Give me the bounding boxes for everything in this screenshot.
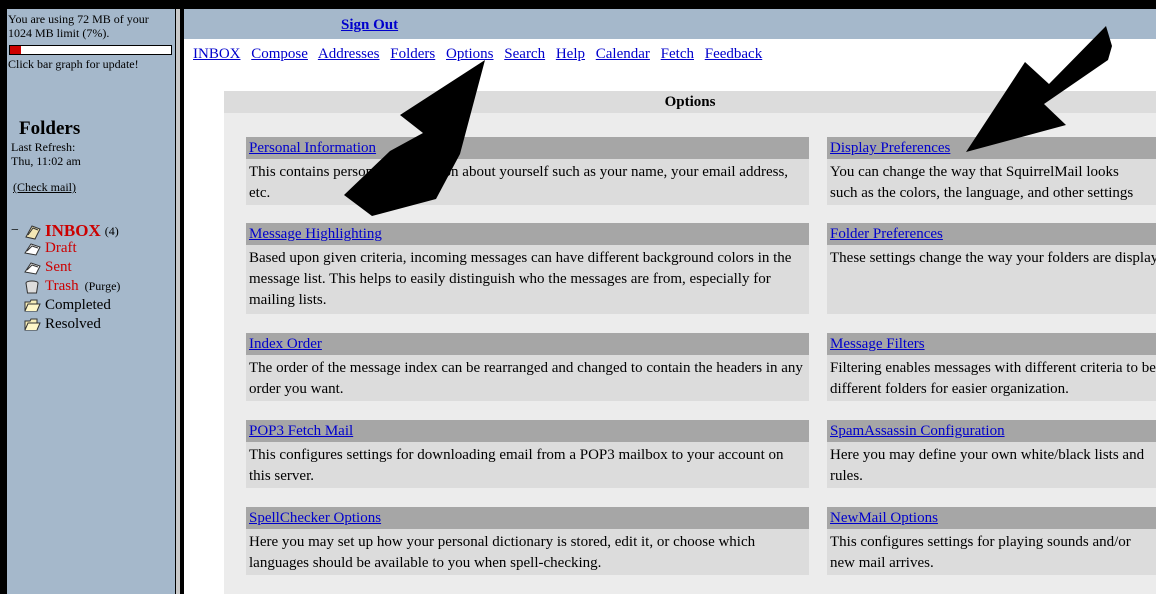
option-description: These settings change the way your folde… (827, 245, 1156, 314)
option-description: This configures settings for playing sou… (827, 529, 1156, 575)
folder-icon (23, 317, 43, 332)
option-card-personal-information: Personal Information This contains perso… (246, 137, 809, 205)
folder-item-completed: Completed (23, 297, 111, 314)
nav-folders[interactable]: Folders (390, 46, 435, 62)
option-card-index-order: Index Order The order of the message ind… (246, 333, 809, 401)
nav-inbox[interactable]: INBOX (193, 46, 241, 62)
description-line: such as the colors, the language, and ot… (830, 185, 1134, 201)
index-order-link[interactable]: Index Order (249, 336, 322, 352)
nav-calendar[interactable]: Calendar (596, 46, 650, 62)
main-nav: INBOX Compose Addresses Folders Options … (193, 46, 769, 63)
option-card-message-highlighting: Message Highlighting Based upon given cr… (246, 223, 809, 314)
folder-item-resolved: Resolved (23, 316, 101, 333)
nav-search[interactable]: Search (504, 46, 545, 62)
draft-icon (23, 241, 43, 256)
option-description: The order of the message index can be re… (246, 355, 809, 401)
folder-link-sent[interactable]: Sent (45, 259, 72, 276)
option-card-folder-preferences: Folder Preferences These settings change… (827, 223, 1156, 314)
description-line: new mail arrives. (830, 555, 934, 571)
spamassassin-configuration-link[interactable]: SpamAssassin Configuration (830, 423, 1005, 439)
description-line: Filtering enables messages with differen… (830, 360, 1156, 376)
nav-fetch[interactable]: Fetch (661, 46, 694, 62)
message-highlighting-link[interactable]: Message Highlighting (249, 226, 382, 242)
option-description: You can change the way that SquirrelMail… (827, 159, 1156, 205)
newmail-options-link[interactable]: NewMail Options (830, 510, 938, 526)
top-bar: Sign Out (184, 9, 1156, 39)
folder-link-draft[interactable]: Draft (45, 240, 77, 257)
message-filters-link[interactable]: Message Filters (830, 336, 925, 352)
folder-preferences-link[interactable]: Folder Preferences (830, 226, 943, 242)
nav-options[interactable]: Options (446, 46, 494, 62)
folders-title: Folders (19, 118, 81, 139)
inbox-unread-count: (4) (104, 223, 119, 238)
folder-item-trash: Trash (Purge) (23, 278, 120, 295)
options-header: Options (224, 91, 1156, 113)
last-refresh: Last Refresh: Thu, 11:02 am (11, 140, 81, 168)
collapse-toggle[interactable]: − (11, 223, 23, 239)
option-card-spamassassin-configuration: SpamAssassin Configuration Here you may … (827, 420, 1156, 488)
check-mail-wrap: (Check mail) (13, 180, 76, 195)
trash-icon (23, 279, 43, 294)
sent-icon (23, 260, 43, 275)
check-mail-link[interactable]: (Check mail) (13, 180, 76, 194)
pop3-fetch-mail-link[interactable]: POP3 Fetch Mail (249, 423, 353, 439)
display-preferences-link[interactable]: Display Preferences (830, 140, 950, 156)
quota-text: You are using 72 MB of your 1024 MB limi… (8, 12, 149, 40)
frame-divider[interactable] (176, 9, 180, 594)
last-refresh-label: Last Refresh: (11, 140, 76, 154)
option-card-display-preferences: Display Preferences You can change the w… (827, 137, 1156, 205)
nav-addresses[interactable]: Addresses (318, 46, 380, 62)
option-description: Filtering enables messages with differen… (827, 355, 1156, 401)
option-description: This contains personal information about… (246, 159, 809, 205)
option-card-spellchecker-options: SpellChecker Options Here you may set up… (246, 507, 809, 575)
quota-bar-fill (10, 46, 22, 54)
quota-hint: Click bar graph for update! (8, 57, 139, 71)
folder-item-inbox: − INBOX (4) (11, 221, 119, 241)
option-card-message-filters: Message Filters Filtering enables messag… (827, 333, 1156, 401)
last-refresh-time: Thu, 11:02 am (11, 154, 81, 168)
purge-trash-link[interactable]: (Purge) (85, 279, 121, 294)
description-line: This configures settings for playing sou… (830, 534, 1131, 550)
option-description: Based upon given criteria, incoming mess… (246, 245, 809, 314)
spellchecker-options-link[interactable]: SpellChecker Options (249, 510, 381, 526)
folder-link-completed[interactable]: Completed (45, 297, 111, 314)
description-line: These settings change the way your folde… (830, 250, 1156, 266)
folder-sidebar: You are using 72 MB of your 1024 MB limi… (7, 9, 175, 594)
folder-link-trash[interactable]: Trash (45, 278, 79, 295)
folder-item-sent: Sent (23, 259, 72, 276)
option-description: Here you may define your own white/black… (827, 442, 1156, 488)
description-line: rules. (830, 468, 863, 484)
main-frame: Sign Out INBOX Compose Addresses Folders… (184, 9, 1156, 594)
option-description: This configures settings for downloading… (246, 442, 809, 488)
inbox-icon (23, 224, 43, 240)
folder-link-resolved[interactable]: Resolved (45, 316, 101, 333)
nav-feedback[interactable]: Feedback (705, 46, 762, 62)
folder-item-draft: Draft (23, 240, 77, 257)
quota-bar-graph[interactable] (9, 45, 172, 55)
description-line: You can change the way that SquirrelMail… (830, 164, 1119, 180)
folder-icon (23, 298, 43, 313)
option-card-pop3-fetch-mail: POP3 Fetch Mail This configures settings… (246, 420, 809, 488)
personal-information-link[interactable]: Personal Information (249, 140, 376, 156)
description-line: Here you may define your own white/black… (830, 447, 1145, 463)
nav-compose[interactable]: Compose (251, 46, 308, 62)
description-line: different folders for easier organizatio… (830, 381, 1069, 397)
option-description: Here you may set up how your personal di… (246, 529, 809, 575)
nav-help[interactable]: Help (556, 46, 585, 62)
option-card-newmail-options: NewMail Options This configures settings… (827, 507, 1156, 575)
sign-out-link[interactable]: Sign Out (341, 17, 398, 34)
folder-link-inbox[interactable]: INBOX (45, 221, 101, 241)
